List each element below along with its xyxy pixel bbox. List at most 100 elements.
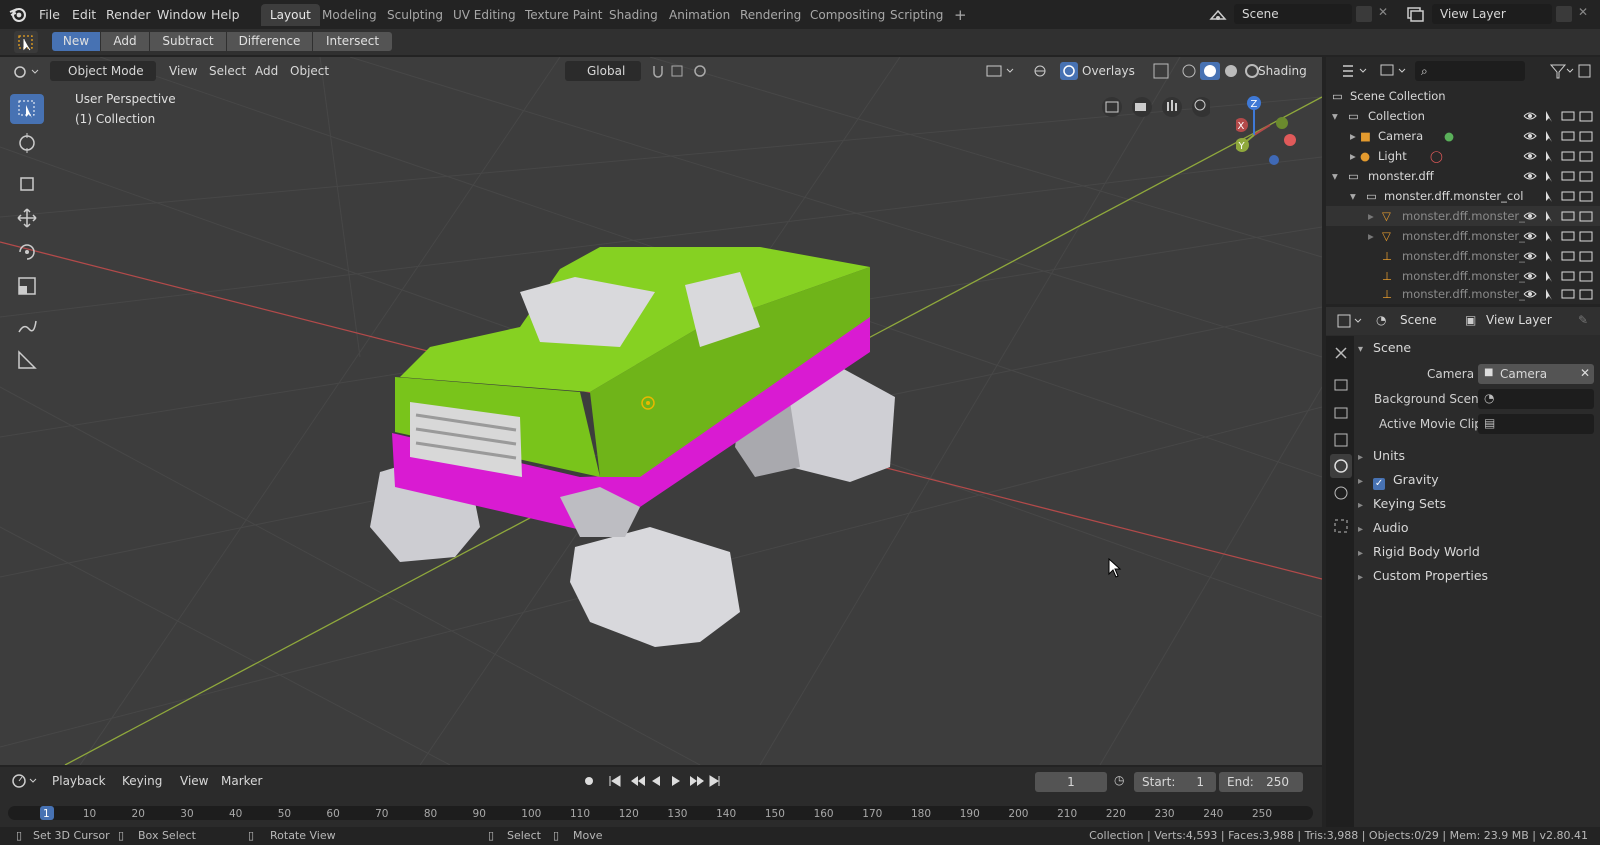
visibility-toggles[interactable] [1516,226,1596,246]
gravity-panel[interactable]: ▸ ✓ Gravity [1358,469,1439,491]
view-layer-copy-icon[interactable] [1556,6,1572,22]
properties-tabs[interactable] [1330,340,1352,540]
tab-scripting[interactable]: Scripting [881,4,952,26]
timeline-menu-view[interactable]: View [180,771,208,791]
object-mode-dropdown[interactable]: Object Mode [50,61,156,81]
outliner-search-input[interactable]: ⌕ [1415,61,1525,81]
editor-type-icon[interactable] [10,62,40,82]
tab-rendering[interactable]: Rendering [731,4,810,26]
viewport-menu-view[interactable]: View [169,61,197,81]
gravity-checkbox[interactable]: ✓ [1373,478,1386,490]
menu-render[interactable]: Render [106,0,151,29]
mode-add-button[interactable]: Add [101,32,149,51]
outliner-scene-collection[interactable]: ▭ Scene Collection [1326,86,1600,106]
clear-camera-icon[interactable]: ✕ [1580,366,1590,380]
outliner-row-armature-1[interactable]: ⊥ monster.dff.monster_ [1326,246,1600,266]
timeline-menu-marker[interactable]: Marker [221,771,262,791]
view-layer-icon[interactable] [1405,5,1425,23]
scale-tool[interactable] [10,271,44,301]
gizmo-toggle-icon[interactable] [1032,63,1058,79]
overlays-button[interactable]: Overlays [1082,61,1135,81]
scene-icon[interactable] [1207,5,1229,25]
camera-field[interactable]: Camera [1478,364,1594,384]
viewport-shading-type-icon[interactable] [985,63,1025,79]
outliner-row-armature-2[interactable]: ⊥ monster.dff.monster_ [1326,266,1600,286]
visibility-toggles[interactable] [1516,206,1596,226]
active-movie-clip-field[interactable] [1478,414,1594,434]
timeline-menu-playback[interactable]: Playback [52,771,106,791]
snap-icon[interactable] [650,63,710,79]
end-frame-field[interactable]: End: 250 [1219,772,1303,792]
outliner-row-camera[interactable]: ▸ ■ Camera ● [1326,126,1600,146]
timeline-menu-keying[interactable]: Keying [122,771,162,791]
outliner-row-light[interactable]: ▸ ● Light ◯ [1326,146,1600,166]
expand-arrow-icon[interactable]: ▸ [1368,226,1374,246]
visibility-toggles[interactable] [1516,246,1596,266]
select-box-tool-icon[interactable] [14,31,38,53]
mode-intersect-button[interactable]: Intersect [313,32,392,51]
properties-view-layer-crumb[interactable]: View Layer [1486,313,1552,327]
mode-new-button[interactable]: New [52,32,100,51]
scene-close-icon[interactable]: ✕ [1378,5,1388,19]
select-box-tool[interactable] [10,94,44,124]
mode-difference-button[interactable]: Difference [227,32,312,51]
overlays-icon[interactable] [1060,62,1078,80]
visibility-toggles[interactable] [1516,266,1596,286]
rotate-tool[interactable] [10,237,44,267]
tab-shading[interactable]: Shading [600,4,667,26]
stopwatch-icon[interactable]: ◷ [1114,773,1124,787]
transform-orientation-dropdown[interactable]: Global [565,61,641,81]
annotate-tool[interactable] [10,311,44,341]
filter-icon[interactable] [1549,62,1591,80]
add-workspace-button[interactable]: + [945,4,976,26]
timeline-editor-type-icon[interactable] [10,772,40,790]
tab-texture-paint[interactable]: Texture Paint [516,4,611,26]
current-frame-field[interactable]: 1 [1035,772,1107,792]
menu-window[interactable]: Window [157,0,206,29]
start-frame-field[interactable]: Start: 1 [1134,772,1216,792]
tab-layout[interactable]: Layout [261,4,320,26]
expand-arrow-icon[interactable]: ▾ [1332,166,1338,186]
expand-arrow-icon[interactable]: ▸ [1368,206,1374,226]
mode-subtract-button[interactable]: Subtract [150,32,226,51]
properties-scene-crumb[interactable]: Scene [1400,313,1437,327]
tab-modeling[interactable]: Modeling [313,4,386,26]
outliner-editor-type-icon[interactable] [1340,62,1370,80]
visibility-toggles[interactable] [1516,186,1596,206]
measure-tool[interactable] [10,345,44,375]
expand-arrow-icon[interactable]: ▾ [1332,106,1338,126]
outliner-row-armature-3[interactable]: ⊥ monster.dff.monster_ [1326,284,1600,304]
expand-arrow-icon[interactable]: ▸ [1350,146,1356,166]
expand-arrow-icon[interactable]: ▾ [1350,186,1356,206]
outliner-row-monster-col[interactable]: ▾ ▭ monster.dff.monster_col [1326,186,1600,206]
tab-animation[interactable]: Animation [660,4,739,26]
axis-gizmo[interactable]: Z X Y [1236,95,1306,170]
visibility-toggles[interactable] [1516,146,1596,166]
move-tool[interactable] [10,203,44,233]
custom-properties-panel[interactable]: ▸ Custom Properties [1358,565,1488,587]
shading-mode-buttons[interactable] [1152,62,1262,80]
units-panel[interactable]: ▸ Units [1358,445,1405,467]
properties-editor-type-icon[interactable] [1336,312,1366,330]
keying-sets-panel[interactable]: ▸ Keying Sets [1358,493,1446,515]
playback-controls[interactable] [582,773,722,789]
background-scene-field[interactable] [1478,389,1594,409]
tab-uv-editing[interactable]: UV Editing [444,4,525,26]
tab-sculpting[interactable]: Sculpting [378,4,452,26]
menu-file[interactable]: File [39,0,60,29]
expand-arrow-icon[interactable]: ▸ [1350,126,1356,146]
rigid-body-world-panel[interactable]: ▸ Rigid Body World [1358,541,1480,563]
outliner-row-monster-dff[interactable]: ▾ ▭ monster.dff [1326,166,1600,186]
outliner-row-mesh-2[interactable]: ▸ ▽ monster.dff.monster_ [1326,226,1600,246]
shading-dropdown[interactable]: Shading [1258,61,1307,81]
cursor-tool[interactable] [10,128,44,158]
outliner-row-mesh-1[interactable]: ▸ ▽ monster.dff.monster_ [1326,206,1600,226]
outliner-row-collection[interactable]: ▾ ▭ Collection [1326,106,1600,126]
blender-logo-icon[interactable] [8,5,28,23]
menu-edit[interactable]: Edit [72,0,96,29]
move-gizmo-tool[interactable] [10,169,44,199]
viewport-menu-add[interactable]: Add [255,61,278,81]
scene-panel-header[interactable]: ▾ Scene [1358,337,1411,359]
view-layer-selector[interactable]: View Layer [1432,4,1552,24]
viewport-menu-select[interactable]: Select [209,61,246,81]
